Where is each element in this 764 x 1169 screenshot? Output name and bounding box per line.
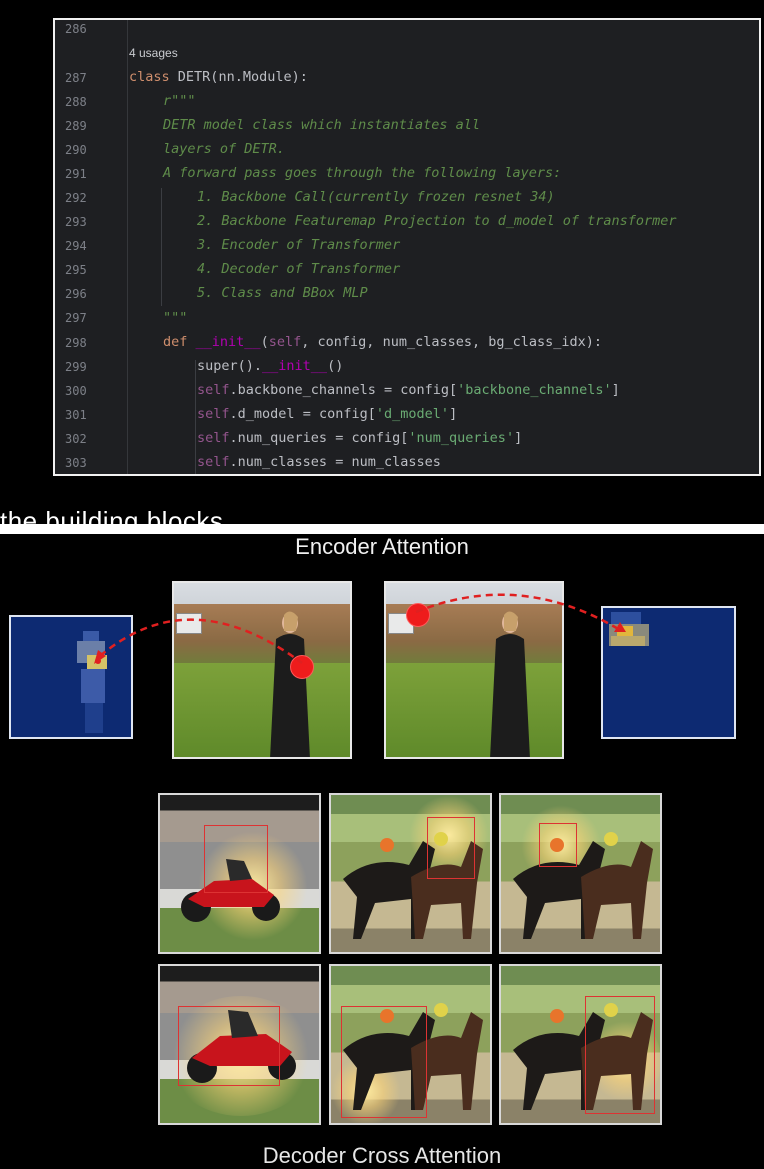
line-number: 288 xyxy=(65,95,87,109)
line-number: 290 xyxy=(65,143,87,157)
decoder-tile-horses-1 xyxy=(329,793,492,954)
code-line: self.num_queries = config['num_queries'] xyxy=(197,430,523,446)
code-line: 1. Backbone Call(currently frozen resnet… xyxy=(197,189,555,205)
code-line: 2. Backbone Featuremap Projection to d_m… xyxy=(197,213,677,229)
code-line: r""" xyxy=(163,93,196,109)
cropped-caption: the building blocks xyxy=(0,510,315,524)
decoder-tile-motorcycle-1 xyxy=(158,793,321,954)
line-number: 298 xyxy=(65,336,87,350)
code-line: DETR model class which instantiates all xyxy=(163,117,480,133)
decoder-cross-attention-title: Decoder Cross Attention xyxy=(262,1143,502,1168)
code-editor: 286 4 usages 287 288 289 290 291 292 293… xyxy=(53,18,761,476)
line-number: 301 xyxy=(65,408,87,422)
line-number: 299 xyxy=(65,360,87,374)
gutter-separator xyxy=(127,20,128,474)
code-line: class DETR(nn.Module): xyxy=(129,69,308,85)
decoder-tile-horses-2 xyxy=(499,793,662,954)
code-line: self.d_model = config['d_model'] xyxy=(197,406,458,422)
line-number: 302 xyxy=(65,432,87,446)
code-line: """ xyxy=(163,310,188,326)
line-number: 296 xyxy=(65,287,87,301)
indent-guide xyxy=(161,188,162,306)
code-line: 4. Decoder of Transformer xyxy=(197,261,401,277)
line-number: 289 xyxy=(65,119,87,133)
divider xyxy=(0,524,764,534)
decoder-tile-motorcycle-2 xyxy=(158,964,321,1125)
line-number: 300 xyxy=(65,384,87,398)
decoder-tile-horses-3 xyxy=(329,964,492,1125)
attention-arrows xyxy=(94,593,626,665)
code-line: layers of DETR. xyxy=(163,141,285,157)
code-line: self.backbone_channels = config['backbon… xyxy=(197,382,620,398)
decoder-tile-horses-4 xyxy=(499,964,662,1125)
code-line: 3. Encoder of Transformer xyxy=(197,237,401,253)
line-number: 286 xyxy=(65,22,87,36)
code-line: self.num_classes = num_classes xyxy=(197,454,441,470)
line-number: 292 xyxy=(65,191,87,205)
line-number: 287 xyxy=(65,71,87,85)
line-number: 294 xyxy=(65,239,87,253)
line-number: 297 xyxy=(65,311,87,325)
code-line: 5. Class and BBox MLP xyxy=(197,285,368,301)
code-line: super().__init__() xyxy=(197,358,344,374)
code-line: def __init__(self, config, num_classes, … xyxy=(163,334,603,350)
line-number: 291 xyxy=(65,167,87,181)
line-number: 295 xyxy=(65,263,87,277)
code-line: A forward pass goes through the followin… xyxy=(163,165,562,181)
line-number: 293 xyxy=(65,215,87,229)
encoder-attention-title: Encoder Attention xyxy=(295,534,469,559)
usages-hint[interactable]: 4 usages xyxy=(129,46,178,60)
line-number: 303 xyxy=(65,456,87,470)
indent-guide xyxy=(195,360,196,474)
